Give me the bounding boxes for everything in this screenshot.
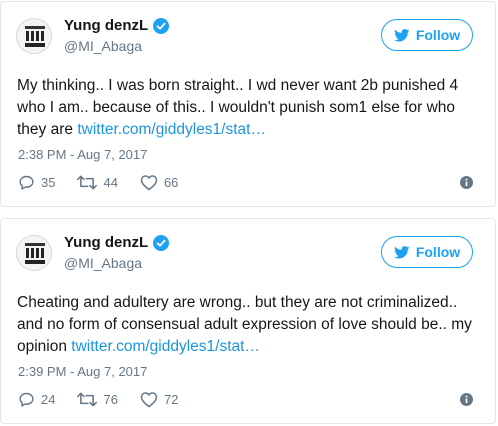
- avatar[interactable]: [16, 18, 52, 54]
- like-action[interactable]: 66: [140, 174, 178, 191]
- like-count: 72: [163, 392, 179, 407]
- reply-action[interactable]: 24: [18, 391, 55, 408]
- tweet-actions: 24 76 72: [18, 391, 200, 408]
- reply-count: 35: [41, 175, 56, 190]
- retweet-icon: [77, 175, 98, 190]
- retweet-action[interactable]: 44: [77, 174, 118, 191]
- verified-icon: [153, 18, 170, 34]
- like-action[interactable]: 72: [140, 391, 178, 408]
- display-name[interactable]: Yung denzL: [64, 17, 148, 35]
- tweet-actions: 35 44 66: [18, 174, 200, 191]
- avatar[interactable]: [16, 235, 52, 271]
- reply-icon: [19, 392, 34, 407]
- tweet-card[interactable]: Yung denzL @MI_Abaga Follow Cheating and…: [0, 218, 496, 424]
- reply-count: 24: [41, 392, 56, 407]
- follow-button[interactable]: Follow: [381, 236, 473, 268]
- tweet-link[interactable]: twitter.com/giddyles1/stat…: [71, 338, 260, 355]
- timestamp[interactable]: 2:38 PM - Aug 7, 2017: [18, 147, 147, 163]
- display-name[interactable]: Yung denzL: [64, 234, 148, 252]
- retweet-action[interactable]: 76: [77, 391, 118, 408]
- user-handle[interactable]: @MI_Abaga: [64, 254, 142, 272]
- verified-icon: [153, 235, 170, 251]
- twitter-bird-icon: [393, 245, 410, 259]
- tweet-link[interactable]: twitter.com/giddyles1/stat…: [77, 121, 266, 138]
- follow-button[interactable]: Follow: [381, 19, 473, 51]
- tweet-text: Cheating and adultery are wrong.. but th…: [17, 292, 485, 358]
- twitter-bird-icon: [393, 28, 410, 42]
- tweet-text: My thinking.. I was born straight.. I wd…: [17, 75, 485, 141]
- info-icon[interactable]: [460, 393, 473, 406]
- user-handle[interactable]: @MI_Abaga: [64, 37, 142, 55]
- retweet-count: 44: [103, 175, 118, 190]
- retweet-count: 76: [103, 392, 118, 407]
- reply-icon: [19, 175, 34, 190]
- info-icon[interactable]: [460, 176, 473, 189]
- like-icon: [140, 175, 158, 191]
- timestamp[interactable]: 2:39 PM - Aug 7, 2017: [18, 364, 147, 380]
- retweet-icon: [77, 392, 98, 407]
- follow-label: Follow: [415, 27, 461, 43]
- reply-action[interactable]: 35: [18, 174, 55, 191]
- like-count: 66: [163, 175, 179, 190]
- like-icon: [140, 392, 158, 408]
- follow-label: Follow: [415, 244, 461, 260]
- tweet-card[interactable]: Yung denzL @MI_Abaga Follow My thinking.…: [0, 1, 496, 207]
